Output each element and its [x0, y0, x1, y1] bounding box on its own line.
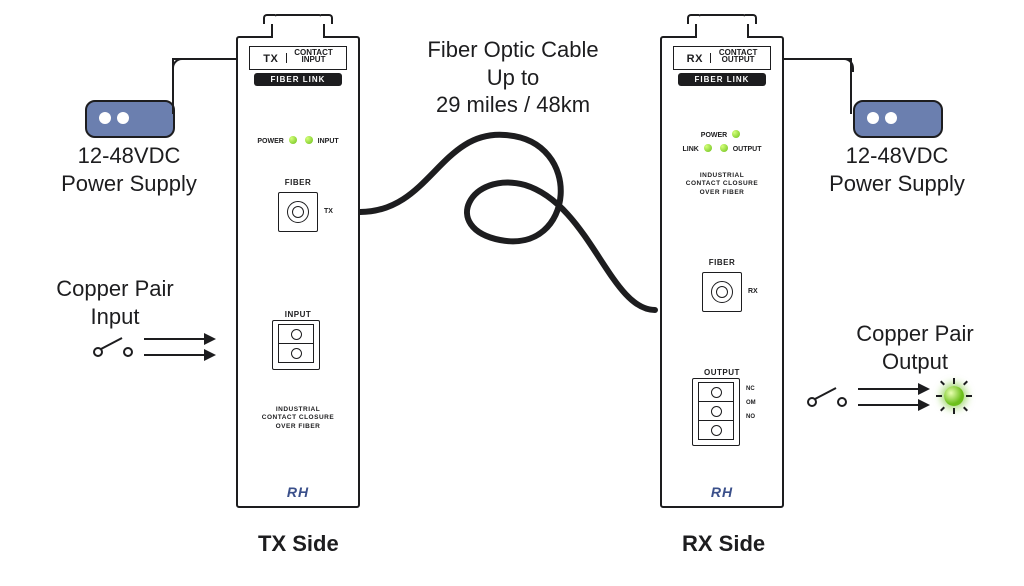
led-power-label-tx: POWER [257, 138, 283, 145]
led-output-rx [720, 144, 728, 152]
fiberlink-badge-left: FIBER LINK [254, 73, 342, 86]
brand-logo-rx: RH [662, 484, 782, 500]
fiber-section-title-tx: FIBER [238, 178, 358, 187]
fiber-cable-line1: Fiber Optic Cable [427, 37, 598, 62]
device-rx: RX CONTACTOUTPUT FIBER LINK POWER LINK O… [660, 36, 784, 508]
fiberlink-badge-right: FIBER LINK [678, 73, 766, 86]
pin-com: OM [746, 400, 756, 406]
device-tx-title-sub: CONTACTINPUT [294, 49, 333, 63]
device-rx-title-sub: CONTACTOUTPUT [719, 49, 758, 63]
tx-side-label: TX Side [258, 530, 339, 558]
output-terminal-rx [698, 382, 734, 440]
din-clip-right [695, 14, 749, 38]
leds-tx: POWER INPUT [238, 136, 358, 145]
device-rx-small-text: INDUSTRIAL CONTACT CLOSURE OVER FIBER [662, 172, 782, 197]
device-tx-title-prefix: TX [263, 53, 278, 65]
divider-icon [710, 53, 711, 63]
device-tx: TX CONTACTINPUT FIBER LINK POWER INPUT F… [236, 36, 360, 508]
led-power-rx [732, 130, 740, 138]
switch-icon-left [92, 334, 136, 360]
brand-logo-tx: RH [238, 484, 358, 500]
fiber-port-tx-label: TX [324, 208, 333, 215]
io-section-title-rx: OUTPUT [662, 368, 782, 377]
power-wire-left-corner [172, 58, 186, 72]
power-supply-right [853, 100, 943, 138]
input-terminal-tx [278, 324, 314, 363]
power-supply-right-label: 12-48VDC Power Supply [812, 142, 982, 197]
fiber-section-title-rx: FIBER [662, 258, 782, 267]
lamp-icon [944, 386, 964, 406]
fiber-port-rx [702, 272, 742, 312]
led-power-label-rx: POWER [701, 132, 727, 139]
din-clip-left [271, 14, 325, 38]
device-tx-title: TX CONTACTINPUT [249, 46, 347, 70]
led-output-label-rx: OUTPUT [733, 146, 762, 153]
fiber-port-tx [278, 192, 318, 232]
device-rx-title: RX CONTACTOUTPUT [673, 46, 771, 70]
led-link-rx [704, 144, 712, 152]
power-supply-left [85, 100, 175, 138]
fiber-port-rx-label: RX [748, 288, 758, 295]
rx-side-label: RX Side [682, 530, 765, 558]
copper-pair-output-label: Copper Pair Output [840, 320, 990, 375]
leds-rx-row1: POWER [662, 130, 782, 139]
fiber-cable-line2: Up to [487, 65, 540, 90]
pin-no: NO [746, 414, 756, 420]
led-power-tx [289, 136, 297, 144]
leds-rx-row2: LINK OUTPUT [662, 144, 782, 153]
led-input-label-tx: INPUT [318, 138, 339, 145]
led-link-label-rx: LINK [683, 146, 699, 153]
switch-icon-right [806, 384, 850, 410]
device-tx-small-text: INDUSTRIAL CONTACT CLOSURE OVER FIBER [238, 406, 358, 431]
power-supply-left-label: 12-48VDC Power Supply [44, 142, 214, 197]
output-pin-labels: NC OM NO [746, 386, 756, 420]
divider-icon [286, 53, 287, 63]
pin-nc: NC [746, 386, 756, 392]
device-rx-title-prefix: RX [687, 53, 703, 65]
io-section-title-tx: INPUT [238, 310, 358, 319]
led-input-tx [305, 136, 313, 144]
copper-pair-input-label: Copper Pair Input [40, 275, 190, 330]
